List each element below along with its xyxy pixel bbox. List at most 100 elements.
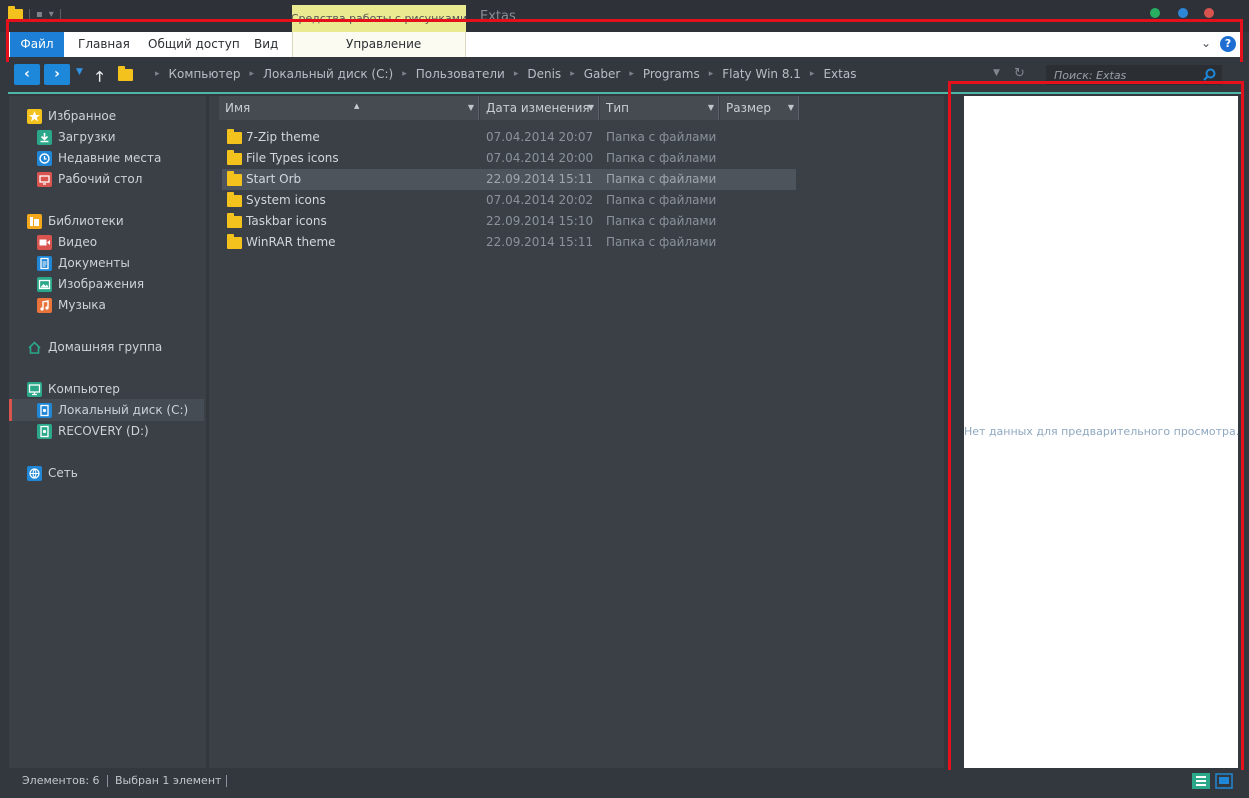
chevron-right-icon[interactable]: ▸: [402, 69, 407, 79]
nav-network[interactable]: Сеть: [27, 463, 78, 483]
status-item-count: Элементов: 6: [22, 774, 100, 787]
status-selection: Выбран 1 элемент: [115, 774, 222, 787]
nav-homegroup[interactable]: Домашняя группа: [27, 337, 162, 357]
nav-recovery-d[interactable]: RECOVERY (D:): [37, 421, 149, 441]
desktop-icon: [37, 171, 52, 187]
column-header-size[interactable]: Размер ▼: [720, 96, 799, 120]
status-bar: Элементов: 6 Выбран 1 элемент: [0, 770, 1249, 792]
file-row-selected[interactable]: Start Orb 22.09.2014 15:11 Папка с файла…: [222, 169, 796, 190]
minimize-button[interactable]: [1150, 8, 1160, 18]
forward-button[interactable]: ›: [44, 64, 70, 85]
breadcrumb-item[interactable]: Gaber: [584, 67, 621, 81]
drive-icon: [37, 402, 52, 418]
column-header-name[interactable]: ▲ Имя ▼: [219, 96, 479, 120]
column-header-type[interactable]: Тип ▼: [600, 96, 719, 120]
nav-libraries[interactable]: Библиотеки: [27, 211, 124, 231]
refresh-icon[interactable]: ↻: [1014, 66, 1025, 81]
breadcrumb-item[interactable]: Компьютер: [169, 67, 241, 81]
column-header-date[interactable]: Дата изменения ▼: [480, 96, 599, 120]
folder-icon: [227, 129, 242, 144]
up-button[interactable]: 🡑: [96, 66, 103, 90]
properties-icon[interactable]: ▪: [36, 9, 43, 21]
chevron-down-icon[interactable]: ▼: [788, 96, 794, 120]
breadcrumb-item[interactable]: Flaty Win 8.1: [722, 67, 801, 81]
tab-view[interactable]: Вид: [248, 32, 284, 57]
column-label: Имя: [225, 101, 251, 115]
file-row[interactable]: 7-Zip theme 07.04.2014 20:07 Папка с фай…: [222, 127, 796, 148]
recent-locations-icon[interactable]: ▼: [76, 67, 83, 77]
nav-label: RECOVERY (D:): [58, 424, 149, 438]
chevron-right-icon[interactable]: ▸: [629, 69, 634, 79]
search-icon[interactable]: [1203, 68, 1216, 81]
chevron-right-icon[interactable]: ▸: [155, 69, 160, 79]
home-icon: [27, 340, 42, 355]
chevron-down-icon[interactable]: ▼: [708, 96, 714, 120]
chevron-right-icon[interactable]: ▸: [810, 69, 815, 79]
sort-ascending-icon: ▲: [354, 102, 360, 110]
chevron-right-icon[interactable]: ▸: [514, 69, 519, 79]
nav-label: Рабочий стол: [58, 172, 143, 186]
file-date: 07.04.2014 20:02: [486, 193, 594, 207]
chevron-right-icon[interactable]: ▸: [709, 69, 714, 79]
file-row[interactable]: Taskbar icons 22.09.2014 15:10 Папка с ф…: [222, 211, 796, 232]
file-row[interactable]: System icons 07.04.2014 20:02 Папка с фа…: [222, 190, 796, 211]
file-type: Папка с файлами: [606, 172, 717, 186]
nav-computer[interactable]: Компьютер: [27, 379, 120, 399]
folder-icon: [227, 150, 242, 165]
tab-home[interactable]: Главная: [72, 32, 136, 57]
search-input[interactable]: [1046, 65, 1196, 85]
back-button[interactable]: ‹: [14, 64, 40, 85]
close-button[interactable]: [1204, 8, 1214, 18]
nav-label: Избранное: [48, 109, 117, 123]
breadcrumb-item[interactable]: Пользователи: [416, 67, 505, 81]
breadcrumb-item[interactable]: Denis: [527, 67, 561, 81]
help-icon[interactable]: ?: [1220, 36, 1236, 52]
folder-icon[interactable]: [8, 6, 23, 21]
folder-icon: [227, 171, 242, 186]
nav-documents[interactable]: Документы: [37, 253, 130, 273]
document-icon: [37, 255, 52, 271]
address-history-dropdown-icon[interactable]: ▼: [993, 68, 1000, 78]
file-date: 22.09.2014 15:11: [486, 172, 594, 186]
nav-label: Видео: [58, 235, 98, 249]
nav-music[interactable]: Музыка: [37, 295, 106, 315]
file-row[interactable]: WinRAR theme 22.09.2014 15:11 Папка с фа…: [222, 232, 796, 253]
chevron-down-icon[interactable]: ▼: [588, 96, 594, 120]
chevron-down-icon[interactable]: ▼: [468, 96, 474, 120]
nav-desktop[interactable]: Рабочий стол: [37, 169, 142, 189]
nav-videos[interactable]: Видео: [37, 232, 97, 252]
nav-label: Недавние места: [58, 151, 162, 165]
contextual-tab-group-label: Средства работы с рисунками: [291, 5, 467, 32]
nav-local-disk-c[interactable]: Локальный диск (C:): [37, 400, 188, 420]
nav-label: Загрузки: [58, 130, 116, 144]
breadcrumb-item[interactable]: Extas: [823, 67, 856, 81]
nav-favorites[interactable]: Избранное: [27, 106, 116, 126]
large-icons-view-icon[interactable]: [1215, 773, 1233, 789]
nav-recent-places[interactable]: Недавние места: [37, 148, 161, 168]
tab-manage[interactable]: Управление: [340, 32, 427, 57]
file-row[interactable]: File Types icons 07.04.2014 20:00 Папка …: [222, 148, 796, 169]
breadcrumb-item[interactable]: Локальный диск (C:): [263, 67, 393, 81]
expand-ribbon-icon[interactable]: ⌄: [1201, 36, 1211, 50]
title-bar: ▪ ▾ Средства работы с рисунками Extas: [0, 0, 1249, 32]
breadcrumb-item[interactable]: Programs: [643, 67, 700, 81]
tab-file[interactable]: Файл: [10, 32, 64, 57]
file-date: 22.09.2014 15:10: [486, 214, 594, 228]
file-type: Папка с файлами: [606, 130, 717, 144]
nav-downloads[interactable]: Загрузки: [37, 127, 116, 147]
maximize-button[interactable]: [1178, 8, 1188, 18]
quick-access-toolbar: ▪ ▾: [8, 6, 61, 24]
nav-pictures[interactable]: Изображения: [37, 274, 144, 294]
file-type: Папка с файлами: [606, 214, 717, 228]
file-date: 07.04.2014 20:00: [486, 151, 594, 165]
customize-toolbar-icon[interactable]: ▾: [49, 9, 54, 21]
chevron-right-icon[interactable]: ▸: [249, 69, 254, 79]
chevron-right-icon[interactable]: ▸: [570, 69, 575, 79]
file-name: WinRAR theme: [246, 235, 336, 249]
tab-share[interactable]: Общий доступ: [142, 32, 246, 57]
details-view-icon[interactable]: [1192, 773, 1210, 789]
status-separator: [226, 775, 227, 787]
preview-empty-message: Нет данных для предварительного просмотр…: [964, 425, 1240, 438]
file-name: Taskbar icons: [246, 214, 327, 228]
status-separator: [107, 775, 108, 787]
